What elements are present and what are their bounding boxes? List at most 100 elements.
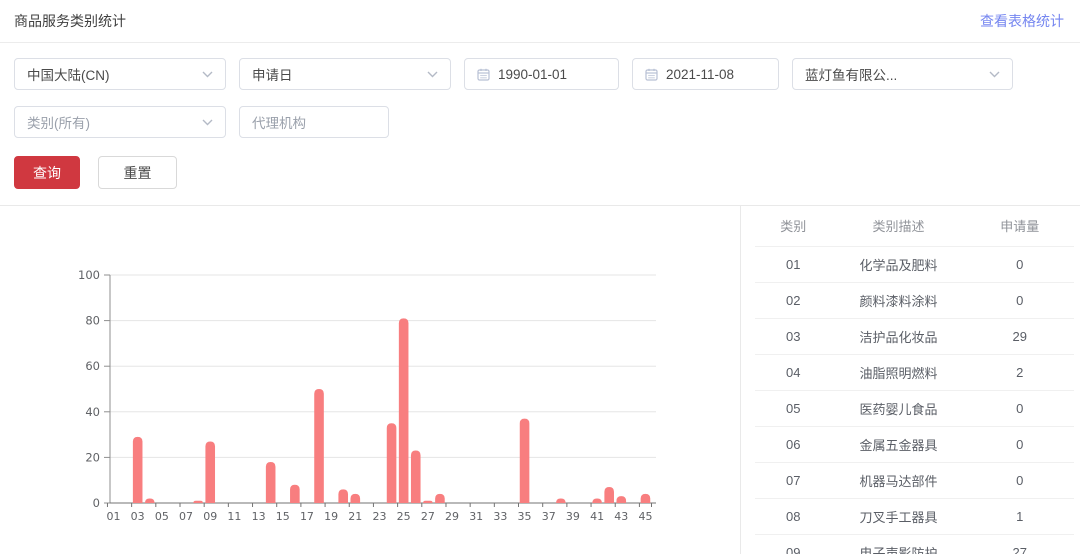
table-cell: 金属五金器具 bbox=[831, 425, 966, 462]
content-area: 0 20 40 60 80 100 01 03 05 07 09 11 13 15 17 19 21 23 25 27… bbox=[0, 205, 1080, 554]
stats-table-pane: 类别 类别描述 申请量 01 化学品及肥料 0 02 颜料漆料涂料 0 03 洁护品化妆品 29… bbox=[740, 206, 1080, 554]
filter-panel: 中国大陆(CN) 申请日 1990-01-01 2021-11-08 蓝灯鱼有限… bbox=[0, 43, 1080, 138]
svg-text:35: 35 bbox=[518, 510, 532, 523]
svg-text:45: 45 bbox=[638, 510, 652, 523]
date-type-select-value: 申请日 bbox=[252, 68, 293, 83]
reset-button[interactable]: 重置 bbox=[98, 156, 177, 189]
table-cell: 0 bbox=[965, 281, 1074, 318]
svg-text:15: 15 bbox=[276, 510, 290, 523]
stats-table: 类别 类别描述 申请量 01 化学品及肥料 0 02 颜料漆料涂料 0 03 洁护品化妆品 29… bbox=[755, 206, 1074, 554]
chevron-down-icon bbox=[202, 119, 213, 126]
col-header-category: 类别 bbox=[780, 219, 807, 235]
table-cell: 29 bbox=[965, 317, 1074, 354]
col-header-count: 申请量 bbox=[1000, 219, 1040, 235]
table-cell: 0 bbox=[965, 461, 1074, 498]
date-to-value: 2021-11-08 bbox=[666, 66, 735, 82]
table-row: 09 电子声影防护 27 bbox=[755, 533, 1074, 554]
region-select-value: 中国大陆(CN) bbox=[27, 68, 110, 83]
action-buttons: 查询 重置 bbox=[0, 154, 1080, 205]
date-type-select[interactable]: 申请日 bbox=[239, 58, 451, 90]
table-cell: 0 bbox=[965, 245, 1074, 282]
table-cell: 07 bbox=[755, 461, 832, 498]
svg-text:0: 0 bbox=[93, 496, 100, 510]
date-to-input[interactable]: 2021-11-08 bbox=[632, 58, 779, 90]
chevron-down-icon bbox=[989, 71, 1000, 78]
category-select-value: 类别(所有) bbox=[27, 116, 90, 131]
table-row: 02 颜料漆料涂料 0 bbox=[755, 281, 1074, 318]
table-row: 05 医药婴儿食品 0 bbox=[755, 389, 1074, 426]
svg-text:37: 37 bbox=[542, 510, 556, 523]
calendar-icon bbox=[645, 68, 658, 81]
table-cell: 01 bbox=[755, 245, 832, 282]
table-cell: 0 bbox=[965, 389, 1074, 426]
bar-chart[interactable]: 0 20 40 60 80 100 01 03 05 07 09 11 13 15 17 19 21 23 25 27… bbox=[0, 206, 740, 554]
date-from-value: 1990-01-01 bbox=[498, 66, 568, 82]
filter-row-1: 中国大陆(CN) 申请日 1990-01-01 2021-11-08 蓝灯鱼有限… bbox=[14, 58, 1066, 90]
agency-input[interactable]: 代理机构 bbox=[239, 106, 389, 138]
table-cell: 0 bbox=[965, 425, 1074, 462]
svg-text:60: 60 bbox=[85, 359, 100, 373]
table-cell: 03 bbox=[755, 317, 832, 354]
table-cell: 27 bbox=[965, 533, 1074, 554]
svg-text:43: 43 bbox=[614, 510, 628, 523]
chevron-down-icon bbox=[427, 71, 438, 78]
svg-text:40: 40 bbox=[85, 405, 100, 419]
date-from-input[interactable]: 1990-01-01 bbox=[464, 58, 619, 90]
table-row: 07 机器马达部件 0 bbox=[755, 461, 1074, 498]
top-bar: 商品服务类别统计 查看表格统计 bbox=[0, 0, 1080, 43]
table-cell: 电子声影防护 bbox=[831, 533, 966, 554]
table-cell: 化学品及肥料 bbox=[831, 245, 966, 282]
svg-text:05: 05 bbox=[155, 510, 169, 523]
page-title: 商品服务类别统计 bbox=[14, 13, 126, 29]
svg-text:03: 03 bbox=[131, 510, 145, 523]
table-header-row: 类别 类别描述 申请量 bbox=[755, 206, 1074, 246]
svg-text:80: 80 bbox=[85, 314, 100, 328]
table-row: 01 化学品及肥料 0 bbox=[755, 245, 1074, 282]
filter-row-2: 类别(所有) 代理机构 bbox=[14, 106, 1066, 138]
svg-text:100: 100 bbox=[78, 268, 100, 282]
svg-text:20: 20 bbox=[85, 450, 100, 464]
region-select[interactable]: 中国大陆(CN) bbox=[14, 58, 226, 90]
applicant-select-value: 蓝灯鱼有限公... bbox=[805, 68, 898, 83]
svg-text:23: 23 bbox=[372, 510, 386, 523]
table-cell: 刀叉手工器具 bbox=[831, 497, 966, 534]
svg-text:07: 07 bbox=[179, 510, 193, 523]
view-table-link[interactable]: 查看表格统计 bbox=[980, 11, 1064, 31]
table-cell: 02 bbox=[755, 281, 832, 318]
table-cell: 08 bbox=[755, 497, 832, 534]
table-cell: 09 bbox=[755, 533, 832, 554]
svg-text:33: 33 bbox=[493, 510, 507, 523]
category-select[interactable]: 类别(所有) bbox=[14, 106, 226, 138]
table-cell: 06 bbox=[755, 425, 832, 462]
table-cell: 机器马达部件 bbox=[831, 461, 966, 498]
table-row: 03 洁护品化妆品 29 bbox=[755, 317, 1074, 354]
table-cell: 05 bbox=[755, 389, 832, 426]
svg-text:27: 27 bbox=[421, 510, 435, 523]
svg-text:09: 09 bbox=[203, 510, 217, 523]
table-cell: 油脂照明燃料 bbox=[831, 353, 966, 390]
calendar-icon bbox=[477, 68, 490, 81]
table-cell: 颜料漆料涂料 bbox=[831, 281, 966, 318]
svg-text:39: 39 bbox=[566, 510, 580, 523]
applicant-select[interactable]: 蓝灯鱼有限公... bbox=[792, 58, 1013, 90]
svg-text:11: 11 bbox=[227, 510, 241, 523]
agency-input-placeholder: 代理机构 bbox=[252, 116, 306, 131]
table-row: 08 刀叉手工器具 1 bbox=[755, 497, 1074, 534]
svg-text:17: 17 bbox=[300, 510, 314, 523]
table-row: 04 油脂照明燃料 2 bbox=[755, 353, 1074, 390]
col-header-description: 类别描述 bbox=[872, 219, 925, 235]
table-cell: 2 bbox=[965, 353, 1074, 390]
svg-text:29: 29 bbox=[445, 510, 459, 523]
table-cell: 1 bbox=[965, 497, 1074, 534]
table-row: 06 金属五金器具 0 bbox=[755, 425, 1074, 462]
svg-text:13: 13 bbox=[252, 510, 266, 523]
svg-text:31: 31 bbox=[469, 510, 483, 523]
svg-text:21: 21 bbox=[348, 510, 362, 523]
svg-text:25: 25 bbox=[397, 510, 411, 523]
bar-chart-svg: 0 20 40 60 80 100 01 03 05 07 09 11 13 15 17 19 21 23 25 27… bbox=[78, 268, 656, 523]
query-button[interactable]: 查询 bbox=[14, 156, 80, 189]
svg-text:41: 41 bbox=[590, 510, 604, 523]
table-cell: 洁护品化妆品 bbox=[831, 317, 966, 354]
table-cell: 医药婴儿食品 bbox=[831, 389, 966, 426]
svg-text:19: 19 bbox=[324, 510, 338, 523]
